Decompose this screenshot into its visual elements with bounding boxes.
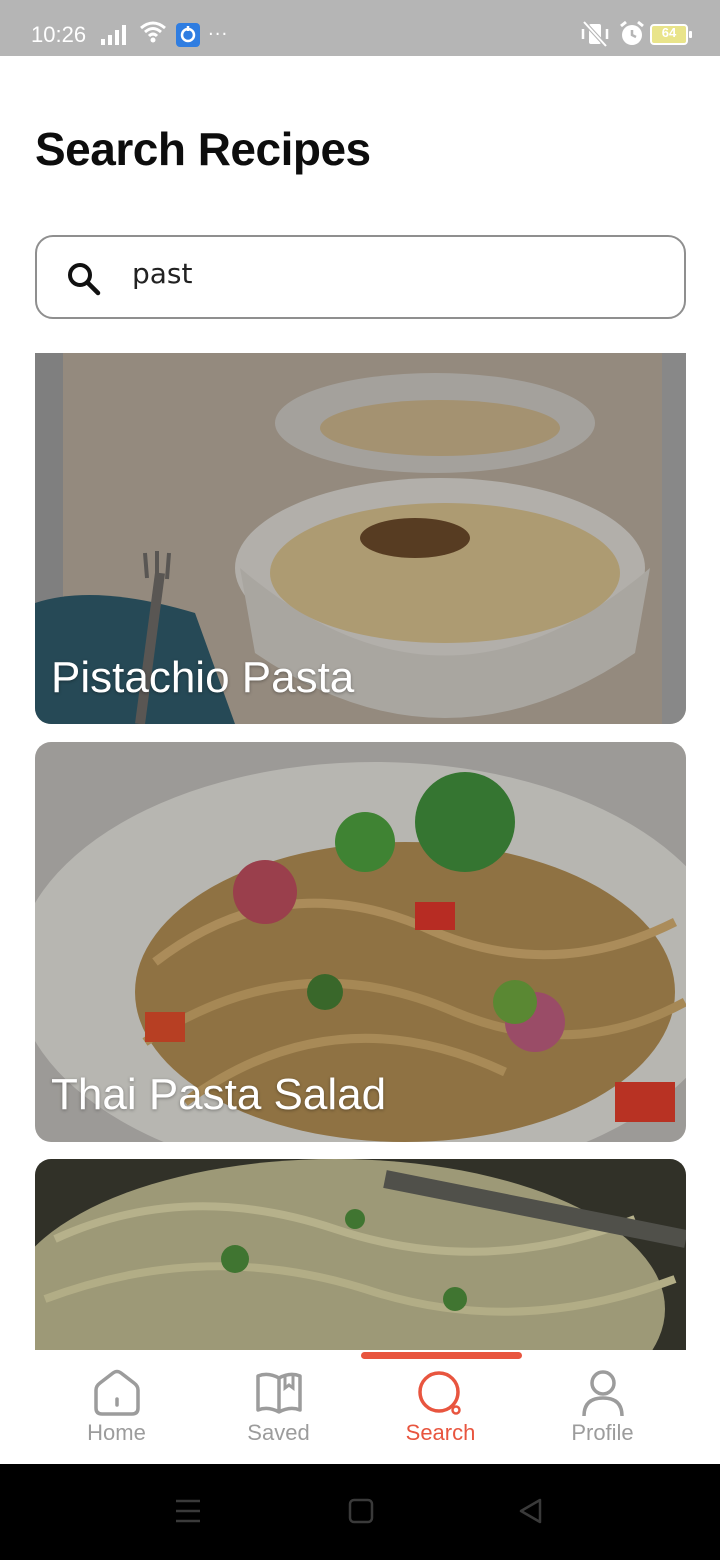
status-bar: 10:26 ··· 64 — [0, 0, 720, 56]
back-triangle-icon[interactable] — [518, 1498, 544, 1524]
more-dots-icon: ··· — [208, 24, 229, 45]
nav-label: Profile — [571, 1420, 634, 1445]
nav-item-saved[interactable]: Saved — [198, 1368, 359, 1458]
search-icon — [68, 263, 101, 296]
recipe-image — [35, 1159, 686, 1350]
person-icon — [581, 1370, 624, 1417]
app-notification-icon — [176, 23, 200, 47]
recipe-card-title: Thai Pasta Salad — [51, 1070, 387, 1119]
results-list: Pistachio Pasta Thai Pasta Salad — [35, 353, 686, 1350]
nav-label: Home — [87, 1420, 146, 1445]
system-nav-bar — [0, 1464, 720, 1560]
recipe-card-partial[interactable] — [35, 1159, 686, 1350]
nav-item-home[interactable]: Home — [36, 1368, 197, 1458]
recipe-card-thai-pasta-salad[interactable]: Thai Pasta Salad — [35, 742, 686, 1142]
search-icon — [417, 1371, 461, 1415]
alarm-icon — [620, 20, 644, 45]
search-input[interactable] — [132, 243, 652, 303]
bottom-nav: Home Saved Search Profile — [0, 1350, 720, 1464]
signal-icon — [101, 25, 126, 45]
nav-item-profile[interactable]: Profile — [522, 1368, 683, 1458]
nav-label: Saved — [247, 1420, 310, 1445]
square-home-icon[interactable] — [348, 1498, 374, 1524]
page-title: Search Recipes — [35, 123, 371, 175]
home-icon — [93, 1369, 140, 1416]
recipe-card-pistachio-pasta[interactable]: Pistachio Pasta — [35, 353, 686, 724]
vibrate-mute-icon — [581, 20, 609, 48]
wifi-icon — [140, 21, 166, 43]
menu-icon[interactable] — [175, 1498, 201, 1524]
battery-icon: 64 — [650, 24, 692, 45]
active-tab-indicator — [361, 1352, 522, 1359]
status-time: 10:26 — [31, 22, 87, 47]
nav-label: Search — [405, 1420, 476, 1445]
recipe-card-title: Pistachio Pasta — [51, 653, 355, 702]
battery-level: 64 — [661, 25, 677, 40]
book-icon — [255, 1372, 302, 1414]
search-box[interactable] — [35, 235, 686, 319]
nav-item-search[interactable]: Search — [360, 1368, 521, 1458]
